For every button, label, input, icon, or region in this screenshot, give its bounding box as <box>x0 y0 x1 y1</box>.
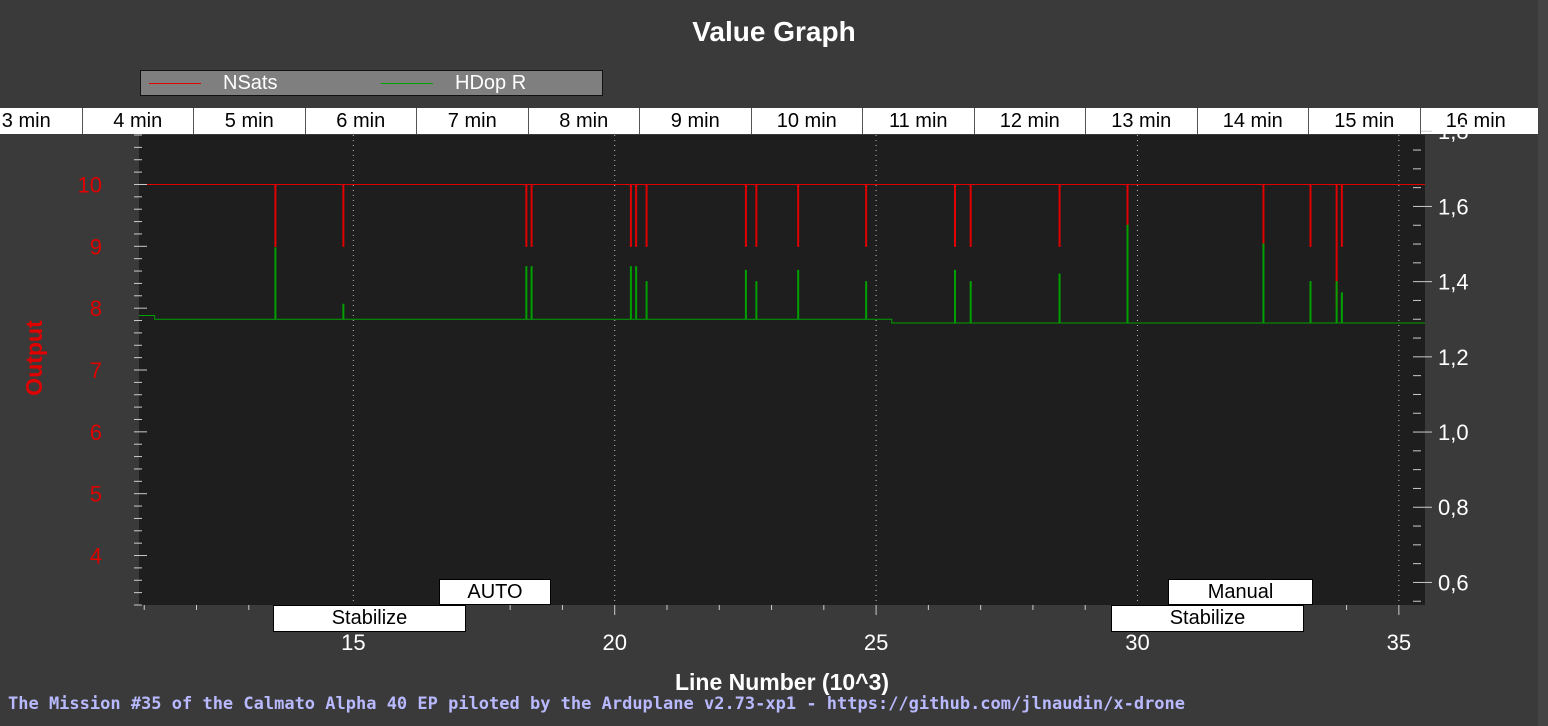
flight-mode-label-top: AUTO <box>439 579 551 605</box>
time-axis-bar: 3 min 4 min 5 min 6 min 7 min 8 min 9 min 10 mi… <box>0 108 1548 134</box>
time-label: 15 min <box>1308 108 1420 134</box>
legend-swatch-nsats <box>149 82 201 84</box>
time-label: 5 min <box>193 108 305 134</box>
chart-title: Value Graph <box>692 16 856 47</box>
time-label: 14 min <box>1196 108 1309 134</box>
time-label: 3 min <box>0 108 82 134</box>
legend: NSats HDop R <box>140 70 603 96</box>
legend-item-nsats: NSats <box>149 71 277 95</box>
flight-mode-label-top: Manual <box>1168 579 1313 605</box>
legend-label-nsats: NSats <box>223 71 278 94</box>
time-label: 6 min <box>304 108 417 134</box>
window-right-border <box>1538 0 1548 726</box>
legend-label-hdop: HDop R <box>455 71 527 94</box>
time-label: 7 min <box>416 108 528 134</box>
time-label: 12 min <box>973 108 1086 134</box>
time-label: 11 min <box>862 108 974 134</box>
footer-caption: The Mission #35 of the Calmato Alpha 40 … <box>8 694 1186 714</box>
legend-item-hdop: HDop R <box>381 71 526 95</box>
flight-mode-label-bottom: Stabilize <box>273 605 466 632</box>
time-label: 13 min <box>1085 108 1197 134</box>
time-label: 16 min <box>1419 108 1532 134</box>
time-label: 9 min <box>639 108 751 134</box>
time-label: 8 min <box>527 108 640 134</box>
time-label: 10 min <box>750 108 863 134</box>
flight-mode-label-bottom: Stabilize <box>1111 605 1304 632</box>
legend-swatch-hdop <box>381 82 433 84</box>
time-label: 4 min <box>81 108 194 134</box>
